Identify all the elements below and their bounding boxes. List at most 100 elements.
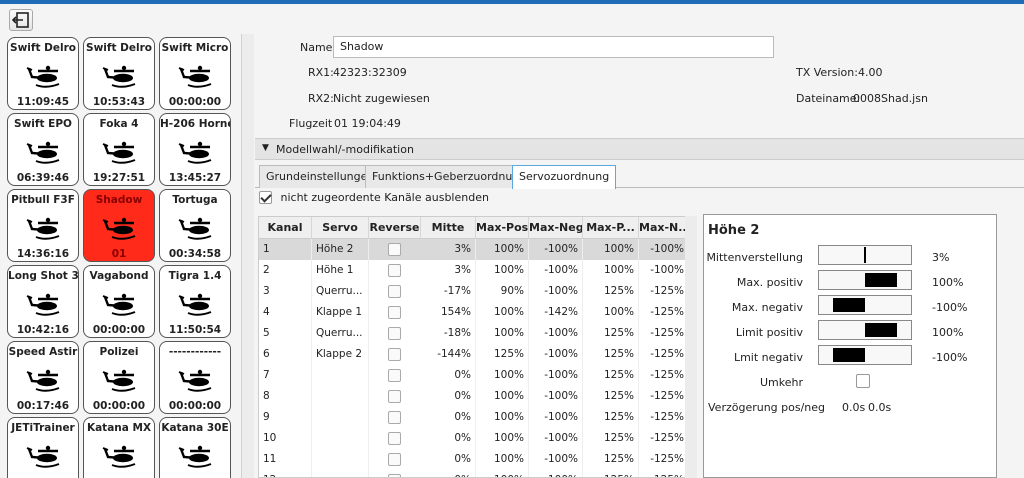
- exit-icon: [11, 12, 29, 28]
- table-cell: 100%: [476, 239, 529, 260]
- reverse-checkbox[interactable]: [388, 306, 401, 319]
- column-header[interactable]: Max-Neg: [529, 217, 583, 239]
- limneg-slider[interactable]: [818, 345, 912, 365]
- reverse-checkbox[interactable]: [388, 390, 401, 403]
- airplane-icon: [100, 438, 140, 470]
- model-name: Tigra 1.4: [168, 270, 222, 282]
- table-row[interactable]: 6 Klappe 2 -144% 125% -100% 125% -125%: [259, 344, 687, 365]
- model-tile[interactable]: JETiTrainer: [7, 417, 79, 478]
- reverse-checkbox[interactable]: [388, 369, 401, 382]
- column-header[interactable]: Kanal: [259, 217, 312, 239]
- model-tile[interactable]: Shadow 01 19:04:49: [83, 189, 155, 262]
- section-header[interactable]: ▼ Modellwahl/-modifikation: [255, 138, 1024, 160]
- table-row[interactable]: 7 0% 100% -100% 125% -125%: [259, 365, 687, 386]
- hide-unassigned-checkbox[interactable]: [259, 190, 272, 204]
- column-header[interactable]: Max-Pos: [476, 217, 529, 239]
- model-tile[interactable]: Swift Micro 00:00:00: [159, 37, 231, 110]
- model-tile[interactable]: Foka 4 19:27:51: [83, 113, 155, 186]
- maxpos-slider[interactable]: [818, 270, 912, 290]
- table-cell: Höhe 1: [312, 260, 369, 281]
- center-slider[interactable]: [818, 245, 912, 265]
- model-tile[interactable]: Polizei 00:00:00: [83, 341, 155, 414]
- table-cell: [312, 386, 369, 407]
- model-tile[interactable]: Tortuga 00:34:58: [159, 189, 231, 262]
- table-cell: -100%: [529, 344, 583, 365]
- reverse-checkbox[interactable]: [388, 348, 401, 361]
- tab-servozuordnung[interactable]: Servozuordnung: [512, 165, 617, 189]
- model-tile[interactable]: Tigra 1.4 11:50:54: [159, 265, 231, 338]
- airplane-icon: [176, 438, 216, 470]
- exit-button[interactable]: [9, 9, 33, 31]
- model-tile[interactable]: Long Shot 3 10:42:16: [7, 265, 79, 338]
- column-header[interactable]: Mitte: [421, 217, 476, 239]
- model-tile[interactable]: Katana MX: [83, 417, 155, 478]
- limpos-label: Limit positiv: [735, 326, 803, 339]
- reverse-checkbox[interactable]: [388, 243, 401, 256]
- table-cell: 100%: [476, 323, 529, 344]
- table-cell: 100%: [476, 470, 529, 477]
- table-cell: Klappe 2: [312, 344, 369, 365]
- name-input[interactable]: Shadow: [333, 36, 774, 58]
- column-header[interactable]: Max-N...: [639, 217, 687, 239]
- hide-unassigned-option[interactable]: nicht zugeordente Kanäle ausblenden: [259, 190, 489, 204]
- table-cell: -125%: [639, 386, 687, 407]
- column-header[interactable]: Max-P...: [583, 217, 639, 239]
- model-name: Swift Delro: [86, 42, 152, 54]
- model-tile[interactable]: Swift EPO 06:39:46: [7, 113, 79, 186]
- table-cell: 125%: [583, 470, 639, 477]
- table-row[interactable]: 8 0% 100% -100% 125% -125%: [259, 386, 687, 407]
- table-cell: 100%: [476, 260, 529, 281]
- section-title: Modellwahl/-modifikation: [276, 143, 414, 156]
- reverse-checkbox[interactable]: [856, 374, 870, 388]
- airplane-icon: [100, 134, 140, 166]
- model-tile[interactable]: H-206 Hornet 13:45:27: [159, 113, 231, 186]
- rx1-value: 42323:32309: [333, 66, 407, 79]
- table-row[interactable]: 10 0% 100% -100% 125% -125%: [259, 428, 687, 449]
- table-row[interactable]: 5 Querru... -18% 100% -100% 125% -125%: [259, 323, 687, 344]
- reverse-checkbox[interactable]: [388, 432, 401, 445]
- model-tile[interactable]: Vagabond 00:00:00: [83, 265, 155, 338]
- reverse-checkbox[interactable]: [388, 327, 401, 340]
- model-name: Speed Astir: [8, 346, 78, 358]
- reverse-checkbox[interactable]: [388, 453, 401, 466]
- table-scrollbar[interactable]: [685, 216, 697, 478]
- reverse-checkbox[interactable]: [388, 264, 401, 277]
- airplane-icon: [176, 286, 216, 318]
- table-row[interactable]: 12 0%100%-100%125%-125%: [259, 470, 687, 477]
- model-tile[interactable]: Pitbull F3F 14:36:16: [7, 189, 79, 262]
- maxneg-value: -100%: [932, 301, 968, 314]
- table-row[interactable]: 11 0% 100% -100% 125% -125%: [259, 449, 687, 470]
- table-row[interactable]: 1 Höhe 2 3% 100% -100% 100% -100%: [259, 239, 687, 260]
- column-header[interactable]: Reverse: [369, 217, 421, 239]
- model-details-pane: Name: Shadow RX1: 42323:32309 TX Version…: [255, 34, 1024, 478]
- servo-detail-panel: Höhe 2 Mittenverstellung 3% Max. positiv…: [703, 214, 997, 478]
- flight-time-value: 01 19:04:49: [334, 117, 401, 130]
- airplane-icon: [176, 362, 216, 394]
- table-cell: 3%: [421, 239, 476, 260]
- limpos-slider[interactable]: [818, 320, 912, 340]
- model-tile[interactable]: ------------ 00:00:00: [159, 341, 231, 414]
- tab-grundeinstellungen[interactable]: Grundeinstellungen: [259, 165, 382, 188]
- maxneg-slider[interactable]: [818, 295, 912, 315]
- reverse-checkbox[interactable]: [388, 474, 401, 477]
- table-cell: -125%: [639, 281, 687, 302]
- table-row[interactable]: 2 Höhe 1 3% 100% -100% 100% -100%: [259, 260, 687, 281]
- tx-version-value: 4.00: [858, 66, 883, 79]
- model-flight-time: 11:09:45: [16, 96, 70, 108]
- column-header[interactable]: Servo: [312, 217, 369, 239]
- model-tile[interactable]: Katana 30E: [159, 417, 231, 478]
- table-cell: 0%: [421, 407, 476, 428]
- table-row[interactable]: 4 Klappe 1 154% 100% -142% 100% -125%: [259, 302, 687, 323]
- tab-funktions-geberzuordnung[interactable]: Funktions+Geberzuordnung: [365, 165, 534, 188]
- reverse-checkbox[interactable]: [388, 285, 401, 298]
- model-tile[interactable]: Speed Astir 00:17:46: [7, 341, 79, 414]
- airplane-icon: [24, 58, 64, 90]
- table-row[interactable]: 3 Querru... -17% 90% -100% 125% -125%: [259, 281, 687, 302]
- reverse-checkbox[interactable]: [388, 411, 401, 424]
- table-cell: 7: [259, 365, 312, 386]
- table-cell: -125%: [639, 449, 687, 470]
- model-tile[interactable]: Swift Delro 10:53:43: [83, 37, 155, 110]
- model-list-scrollbar[interactable]: [241, 34, 254, 478]
- table-row[interactable]: 9 0% 100% -100% 125% -125%: [259, 407, 687, 428]
- model-tile[interactable]: Swift Delro 11:09:45: [7, 37, 79, 110]
